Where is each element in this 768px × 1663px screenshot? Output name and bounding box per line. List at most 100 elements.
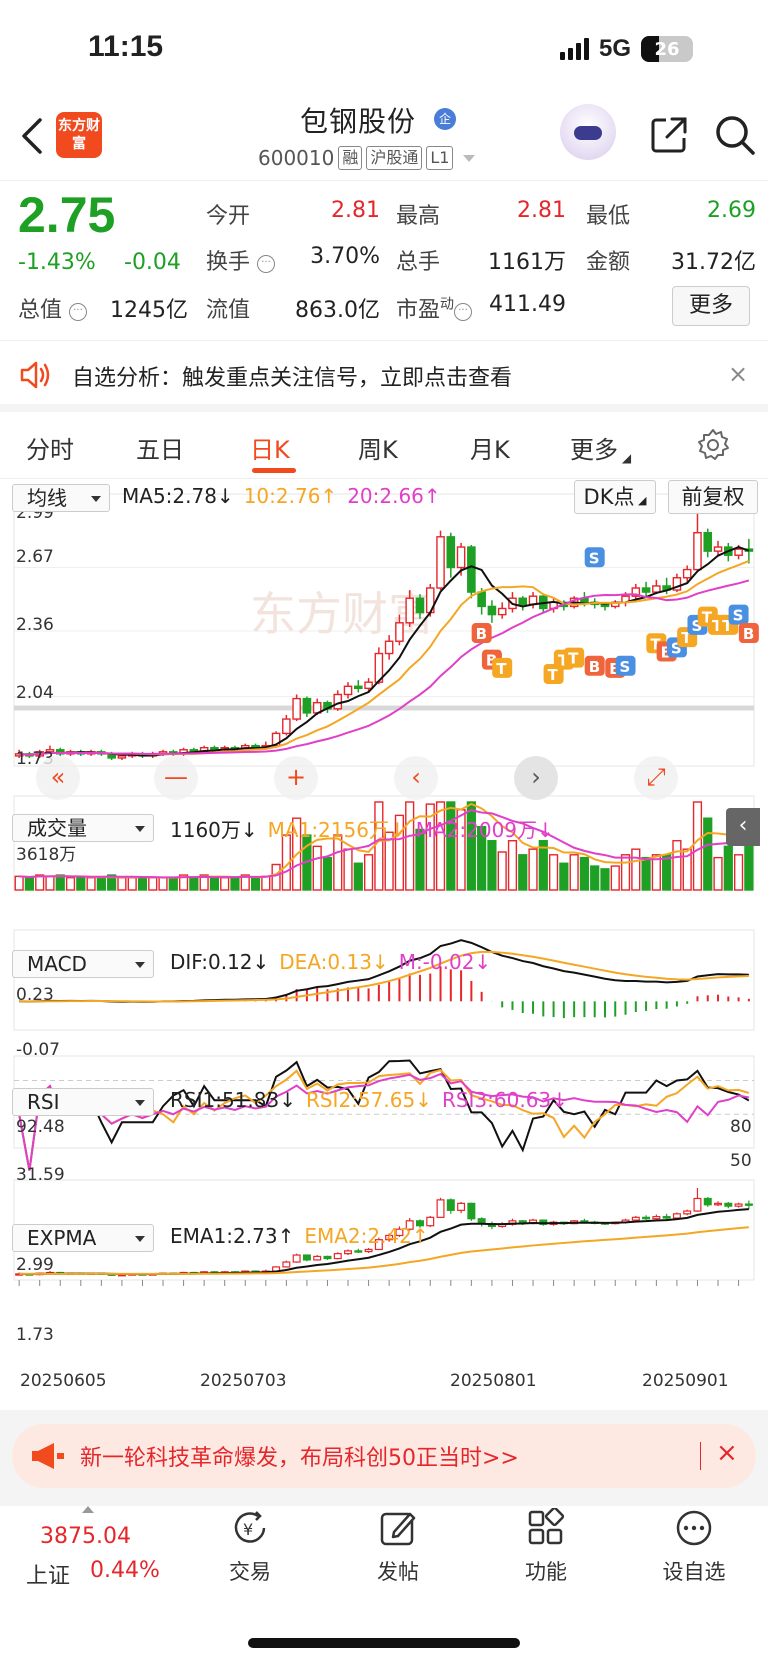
tab-monthly-k[interactable]: 月K	[470, 430, 510, 465]
volume-bar	[333, 834, 343, 891]
float-value: 863.0亿	[295, 298, 380, 323]
candle-body	[333, 693, 343, 710]
info-icon[interactable]: ···	[69, 303, 88, 321]
apps-icon	[528, 1508, 565, 1545]
expma-candle-body	[642, 1216, 651, 1220]
volume-bar	[548, 854, 559, 891]
back-arrow-icon[interactable]	[18, 116, 46, 156]
chart-area[interactable]: 东方财富 BBT TT T B BSST BSTS T T TSB 2.99 2.67 2.36…	[0, 480, 768, 1400]
indicator-select-ma[interactable]: 均线	[12, 484, 110, 512]
nav-add-watchlist[interactable]: 设自选	[644, 1508, 744, 1586]
expma-candle-body	[457, 1202, 466, 1211]
high-label: 最高	[396, 204, 441, 229]
stock-name: 包钢股份	[300, 105, 417, 138]
more-button[interactable]: 更多	[672, 286, 750, 326]
mktcap-label: 总值 ···	[18, 292, 88, 324]
high-value: 2.81	[517, 198, 566, 223]
ema1-legend: EMA1:2.73↑	[170, 1224, 295, 1248]
tab-daily-k[interactable]: 日K	[250, 430, 290, 465]
indicator-select-macd[interactable]: MACD	[12, 950, 154, 978]
ma5-line	[19, 545, 750, 757]
prev-button[interactable]: ‹	[394, 756, 438, 800]
zoom-in-button[interactable]: +	[274, 756, 318, 800]
expma-candle-body	[734, 1203, 743, 1207]
notice-text[interactable]: 自选分析：触发重点关注信号，立即点击查看	[72, 360, 512, 392]
expma-candle-body	[364, 1248, 373, 1253]
expma-candle-body	[302, 1254, 311, 1261]
search-icon[interactable]	[714, 114, 756, 156]
indicator-select-expma[interactable]: EXPMA	[12, 1224, 154, 1252]
notice-close-button[interactable]: ×	[728, 360, 748, 388]
rsi1-legend: RSI1:51.83↓	[170, 1088, 296, 1112]
rsi-50-label: 50	[730, 1151, 752, 1171]
ma10-legend: 10:2.76↑	[243, 484, 338, 508]
zoom-out-fast-button[interactable]: «	[36, 756, 80, 800]
stock-code-row[interactable]: 600010 融 沪股通 L1	[258, 146, 476, 170]
info-icon[interactable]: ···	[454, 303, 473, 321]
nav-post[interactable]: 发帖	[348, 1508, 448, 1586]
nav-function[interactable]: 功能	[496, 1508, 596, 1586]
amount-value: 31.72亿	[671, 250, 756, 275]
battery-icon: 26	[641, 36, 694, 62]
expma-candle-body	[693, 1197, 702, 1212]
candle-body	[395, 622, 404, 642]
low-value: 2.69	[707, 198, 756, 223]
rsi-bottom-label: 31.59	[16, 1165, 65, 1185]
tag-margin: 融	[338, 146, 363, 170]
tab-more[interactable]: 更多 ◢	[570, 430, 631, 465]
volume-bar	[363, 854, 374, 891]
tab-active-indicator	[252, 468, 296, 473]
change-percent: -1.43%	[18, 250, 96, 275]
promo-text[interactable]: 新一轮科技革命爆发，布局科创50正当时>>	[80, 1440, 519, 1472]
candle-body	[600, 603, 610, 608]
volume-bar	[672, 840, 682, 891]
nav-trade[interactable]: ¥ 交易	[200, 1508, 300, 1586]
dk-point-button[interactable]: DK点 ◢	[574, 480, 656, 514]
nav-function-label: 功能	[525, 1560, 567, 1584]
collapse-panel-button[interactable]: ‹	[726, 808, 760, 846]
index-value[interactable]: 3875.04	[40, 1524, 131, 1549]
tab-five-day[interactable]: 五日	[136, 430, 184, 465]
date-label: 20250703	[200, 1371, 287, 1391]
chevron-up-icon[interactable]	[82, 1506, 94, 1513]
volume-bar	[518, 854, 528, 891]
signal-marker-label: B	[589, 658, 600, 676]
expma-candle-body	[714, 1202, 723, 1206]
zoom-out-button[interactable]: —	[154, 756, 198, 800]
candle-body	[364, 681, 373, 690]
divider	[0, 180, 768, 181]
info-icon[interactable]: ···	[257, 255, 276, 273]
adjust-mode-button[interactable]: 前复权	[668, 480, 758, 514]
volume-bar	[723, 845, 733, 891]
volume-bar	[713, 856, 723, 891]
expma-candle-body	[323, 1255, 332, 1260]
expma-top-label: 2.99	[16, 1255, 54, 1275]
divider	[700, 1442, 701, 1470]
volume-bar	[507, 840, 518, 891]
share-icon[interactable]	[650, 116, 688, 154]
chevron-down-icon	[463, 154, 476, 162]
signal-marker-label: T	[568, 650, 579, 668]
signal-marker-label: S	[589, 549, 600, 567]
y-axis-label: 2.67	[16, 547, 54, 567]
tab-weekly-k[interactable]: 周K	[358, 430, 398, 465]
candle-body	[693, 532, 702, 571]
indicator-select-volume[interactable]: 成交量	[12, 814, 154, 842]
ma5-legend: MA5:2.78↓	[122, 484, 234, 508]
volume-bar	[744, 845, 754, 891]
volume-bar	[733, 854, 744, 891]
promo-close-button[interactable]: ×	[716, 1438, 738, 1468]
tab-intraday[interactable]: 分时	[26, 430, 74, 465]
moving-average-lines	[19, 545, 750, 757]
ai-assistant-icon[interactable]	[560, 104, 616, 160]
index-change[interactable]: 0.44%	[90, 1558, 160, 1583]
index-name[interactable]: 上证	[26, 1558, 70, 1590]
volume-bar	[137, 876, 148, 891]
indicator-select-rsi[interactable]: RSI	[12, 1088, 154, 1116]
fullscreen-button[interactable]: ⤢	[634, 756, 678, 800]
gear-icon[interactable]	[696, 428, 730, 462]
next-button[interactable]: ›	[514, 756, 558, 800]
edit-icon	[380, 1512, 416, 1546]
more-dots-icon	[676, 1510, 712, 1546]
volume-bar	[189, 876, 199, 891]
